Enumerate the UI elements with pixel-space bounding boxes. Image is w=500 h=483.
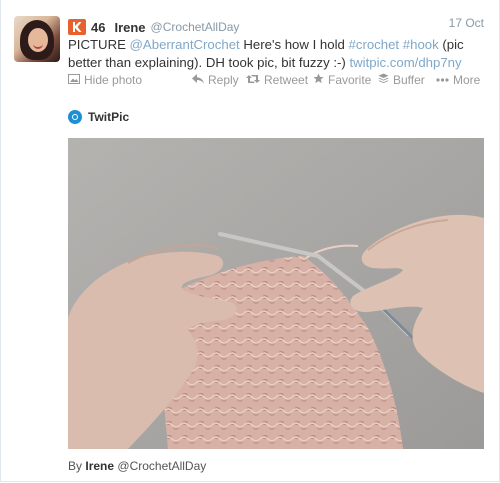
more-button[interactable]: More (436, 73, 480, 87)
mention-link[interactable]: @AberrantCrochet (130, 37, 240, 52)
twitpic-logo-icon (68, 110, 82, 124)
favorite-button[interactable]: Favorite (313, 73, 371, 87)
more-dots-icon (436, 74, 449, 86)
reply-label: Reply (208, 73, 239, 87)
buffer-label: Buffer (393, 73, 425, 87)
media-provider-label: TwitPic (88, 110, 130, 124)
tweet-actions: Hide photo Reply Retweet Favorite Buffer… (68, 73, 484, 89)
photo-attribution: By Irene @CrochetAllDay (68, 459, 206, 473)
retweet-button[interactable]: Retweet (246, 73, 308, 87)
avatar[interactable] (14, 16, 60, 62)
user-handle[interactable]: @CrochetAllDay (151, 20, 240, 34)
user-name[interactable]: Irene (114, 20, 145, 35)
attribution-prefix: By (68, 459, 83, 473)
klout-icon[interactable] (68, 19, 86, 35)
star-icon (313, 73, 324, 87)
attribution-name[interactable]: Irene (85, 459, 114, 473)
buffer-icon (378, 73, 389, 87)
hashtag-hook-link[interactable]: #hook (403, 37, 439, 52)
hide-photo-label: Hide photo (84, 73, 143, 87)
media-provider[interactable]: TwitPic (68, 108, 129, 126)
twitpic-url-link[interactable]: twitpic.com/dhp7ny (349, 55, 461, 70)
favorite-label: Favorite (328, 73, 372, 87)
crochet-photo-image (68, 138, 484, 449)
klout-k-icon (73, 22, 82, 32)
tweet-timestamp[interactable]: 17 Oct (449, 16, 484, 30)
retweet-label: Retweet (264, 73, 309, 87)
attribution-handle[interactable]: @CrochetAllDay (117, 459, 206, 473)
retweet-icon (246, 74, 260, 87)
klout-score: 46 (91, 19, 106, 35)
reply-button[interactable]: Reply (192, 73, 239, 87)
tweet-text-segment: PICTURE (68, 37, 130, 52)
reply-icon (192, 73, 204, 87)
photo-icon (68, 73, 80, 87)
tweet-header: 46 Irene @CrochetAllDay (68, 18, 239, 36)
tweet-text: PICTURE @AberrantCrochet Here's how I ho… (68, 36, 478, 72)
hashtag-crochet-link[interactable]: #crochet (349, 37, 400, 52)
hide-photo-button[interactable]: Hide photo (68, 73, 142, 87)
tweet-text-segment: Here's how I hold (239, 37, 349, 52)
tweet-photo[interactable] (68, 138, 484, 449)
buffer-button[interactable]: Buffer (378, 73, 425, 87)
more-label: More (453, 73, 481, 87)
